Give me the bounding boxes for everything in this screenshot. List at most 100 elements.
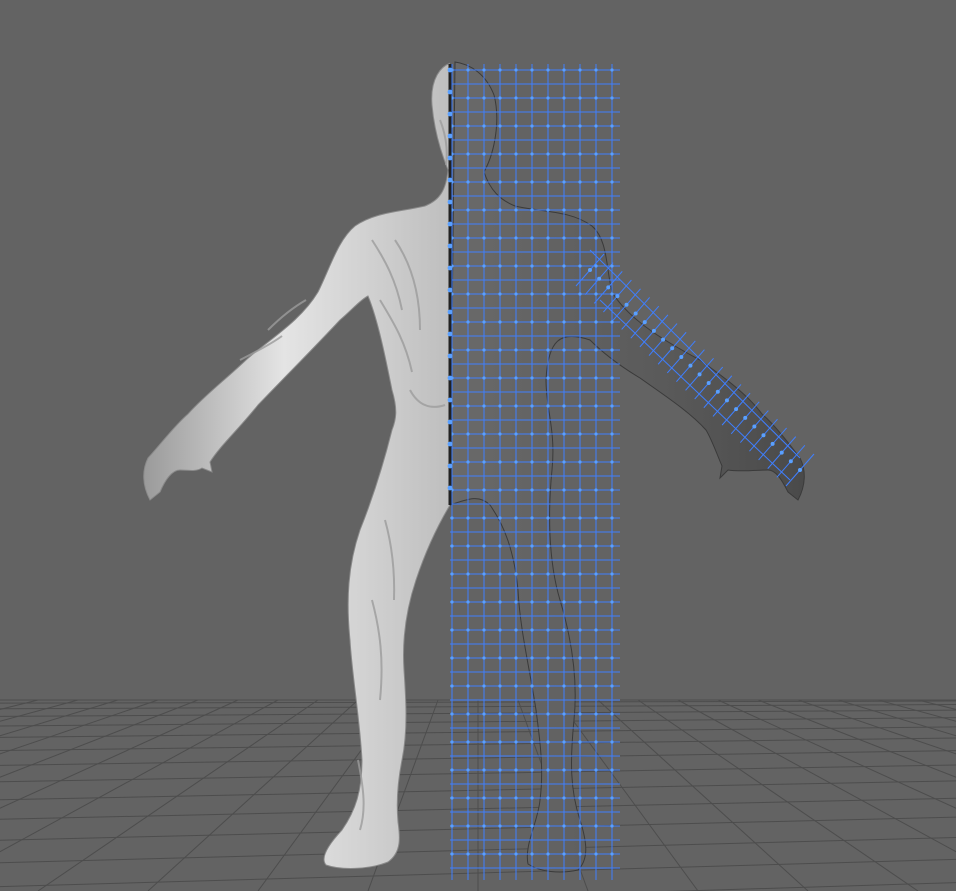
mesh-vertex bbox=[578, 432, 582, 436]
mesh-vertex bbox=[498, 768, 502, 772]
mesh-vertex bbox=[514, 404, 518, 408]
mesh-vertex bbox=[514, 516, 518, 520]
mesh-vertex bbox=[594, 768, 598, 772]
mesh-vertex bbox=[482, 768, 486, 772]
mesh-vertex bbox=[594, 320, 598, 324]
mesh-vertex bbox=[752, 424, 757, 429]
mesh-vertex bbox=[498, 516, 502, 520]
mesh-vertex bbox=[562, 460, 566, 464]
mesh-vertex bbox=[546, 236, 550, 240]
mesh-vertex bbox=[498, 376, 502, 380]
mesh-vertex bbox=[498, 180, 502, 184]
mesh-vertex bbox=[530, 796, 534, 800]
mesh-vertex bbox=[578, 740, 582, 744]
seam-vertex bbox=[447, 221, 453, 227]
mesh-vertex bbox=[498, 320, 502, 324]
mesh-vertex bbox=[530, 124, 534, 128]
mesh-vertex bbox=[530, 824, 534, 828]
mesh-vertex bbox=[482, 432, 486, 436]
seam-vertex bbox=[447, 375, 453, 381]
mesh-vertex bbox=[466, 292, 470, 296]
mesh-vertex bbox=[606, 285, 611, 290]
mesh-vertex bbox=[530, 852, 534, 856]
mesh-vertex bbox=[514, 628, 518, 632]
mesh-vertex bbox=[594, 684, 598, 688]
mesh-vertex bbox=[779, 450, 784, 455]
seam-vertex bbox=[447, 463, 453, 469]
floor-grid-line bbox=[917, 699, 956, 710]
mesh-vertex bbox=[514, 68, 518, 72]
mesh-vertex bbox=[562, 824, 566, 828]
mesh-vertex bbox=[562, 124, 566, 128]
mesh-vertex bbox=[482, 68, 486, 72]
mesh-vertex bbox=[578, 348, 582, 352]
mesh-vertex bbox=[498, 264, 502, 268]
mesh-vertex bbox=[530, 376, 534, 380]
mesh-vertex bbox=[530, 656, 534, 660]
mesh-vertex bbox=[514, 264, 518, 268]
mesh-vertex bbox=[530, 292, 534, 296]
mesh-vertex bbox=[450, 684, 454, 688]
mesh-vertex bbox=[530, 404, 534, 408]
mesh-vertex bbox=[466, 208, 470, 212]
mesh-vertex bbox=[546, 572, 550, 576]
mesh-vertex bbox=[562, 656, 566, 660]
mesh-vertex bbox=[594, 628, 598, 632]
mesh-vertex bbox=[530, 236, 534, 240]
mesh-vertex bbox=[482, 656, 486, 660]
mesh-vertex bbox=[498, 656, 502, 660]
mesh-vertex bbox=[530, 768, 534, 772]
mesh-vertex bbox=[450, 796, 454, 800]
mesh-vertex bbox=[594, 824, 598, 828]
mesh-vertex bbox=[578, 628, 582, 632]
mesh-vertex bbox=[498, 124, 502, 128]
mesh-vertex bbox=[498, 684, 502, 688]
character-model[interactable] bbox=[143, 61, 815, 880]
mesh-vertex bbox=[724, 398, 729, 403]
mesh-vertex bbox=[546, 404, 550, 408]
mesh-vertex bbox=[578, 516, 582, 520]
mesh-vertex bbox=[610, 96, 614, 100]
mesh-vertex bbox=[546, 124, 550, 128]
seam-vertex bbox=[447, 485, 453, 491]
mesh-vertex bbox=[610, 628, 614, 632]
mesh-vertex bbox=[530, 180, 534, 184]
viewport-canvas[interactable] bbox=[0, 0, 956, 891]
seam-vertex bbox=[447, 397, 453, 403]
mesh-vertex bbox=[546, 348, 550, 352]
mesh-vertex bbox=[450, 600, 454, 604]
seam-vertex bbox=[447, 309, 453, 315]
mesh-vertex bbox=[562, 320, 566, 324]
mesh-vertex bbox=[610, 684, 614, 688]
mesh-vertex bbox=[594, 404, 598, 408]
mesh-vertex bbox=[594, 96, 598, 100]
mesh-vertex bbox=[578, 684, 582, 688]
3d-viewport[interactable] bbox=[0, 0, 956, 891]
mesh-vertex bbox=[610, 208, 614, 212]
mesh-vertex bbox=[514, 292, 518, 296]
mesh-vertex bbox=[498, 152, 502, 156]
mesh-vertex bbox=[546, 180, 550, 184]
mesh-vertex bbox=[594, 208, 598, 212]
seam-vertex bbox=[447, 155, 453, 161]
mesh-vertex bbox=[546, 208, 550, 212]
mesh-vertex bbox=[450, 768, 454, 772]
mesh-vertex bbox=[514, 460, 518, 464]
mesh-vertex bbox=[588, 268, 592, 272]
mesh-vertex bbox=[466, 712, 470, 716]
mesh-vertex bbox=[578, 208, 582, 212]
mesh-vertex bbox=[610, 600, 614, 604]
mesh-vertex bbox=[450, 544, 454, 548]
mesh-vertex bbox=[530, 572, 534, 576]
mesh-vertex bbox=[578, 600, 582, 604]
mesh-vertex bbox=[578, 180, 582, 184]
mesh-vertex bbox=[482, 572, 486, 576]
seam-vertex bbox=[447, 331, 453, 337]
mesh-vertex bbox=[562, 180, 566, 184]
mesh-vertex bbox=[514, 824, 518, 828]
mesh-vertex bbox=[610, 348, 614, 352]
floor-grid-line bbox=[877, 699, 956, 722]
mesh-vertex bbox=[546, 96, 550, 100]
mesh-vertex bbox=[450, 516, 454, 520]
mesh-vertex bbox=[514, 796, 518, 800]
